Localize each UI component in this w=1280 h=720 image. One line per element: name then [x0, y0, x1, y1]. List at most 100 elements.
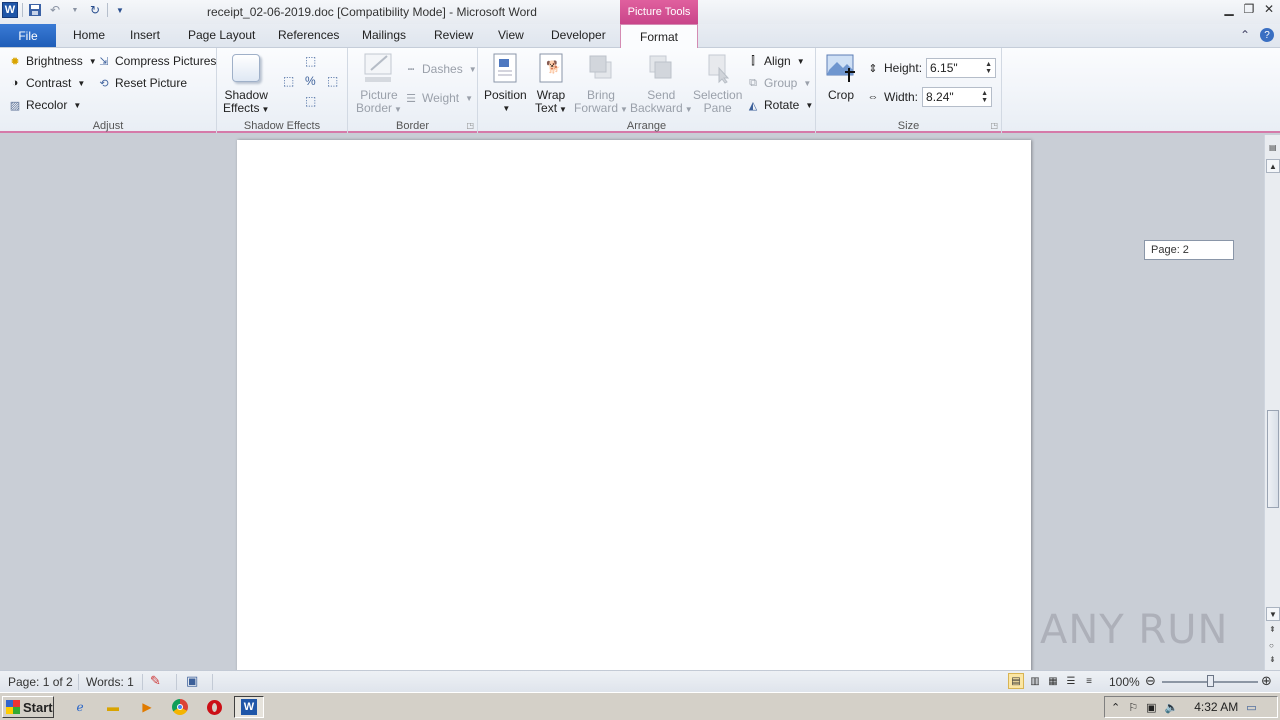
word-count-status[interactable]: Words: 1 [86, 675, 134, 689]
tab-format[interactable]: Format [620, 24, 698, 49]
proofing-icon[interactable]: ✎ [150, 673, 161, 689]
volume-icon[interactable]: 🔈 [1165, 701, 1179, 714]
media-player-icon[interactable]: ▶ [137, 697, 157, 717]
undo-dropdown-icon[interactable]: ▼ [67, 2, 83, 18]
crop-icon [825, 52, 857, 84]
previous-page-icon[interactable]: ⇞ [1269, 625, 1276, 634]
macro-record-icon[interactable]: ▣ [186, 673, 198, 689]
shadow-effects-group-label: Shadow Effects [243, 120, 321, 132]
send-backward-icon [645, 52, 677, 84]
tab-view[interactable]: View [498, 28, 524, 42]
show-desktop-icon[interactable]: ▭ [1246, 701, 1256, 714]
contrast-button[interactable]: ◑ Contrast ▼ [8, 76, 86, 90]
zoom-level[interactable]: 100% [1109, 675, 1140, 689]
selection-pane-button[interactable]: Selection Pane [693, 52, 742, 115]
recolor-label: Recolor [26, 98, 68, 112]
chrome-icon[interactable] [170, 697, 190, 717]
help-icon[interactable]: ? [1260, 28, 1274, 42]
show-hidden-icons-icon[interactable]: ⌃ [1111, 701, 1120, 714]
select-browse-object-icon[interactable]: ○ [1269, 641, 1274, 650]
window-title: receipt_02-06-2019.doc [Compatibility Mo… [207, 5, 537, 19]
zoom-out-icon[interactable]: ⊖ [1145, 673, 1156, 689]
border-group-label: Border [395, 120, 430, 132]
nudge-shadow-up-icon[interactable]: ⬚ [305, 54, 316, 68]
next-page-icon[interactable]: ⇟ [1269, 655, 1276, 664]
start-button[interactable]: Start [2, 696, 54, 718]
internet-explorer-icon[interactable]: ℯ [70, 697, 90, 717]
send-backward-button[interactable]: Send Backward ▼ [630, 52, 693, 116]
group-button[interactable]: ⧉ Group ▼ [746, 76, 811, 90]
print-layout-view-icon[interactable]: ▤ [1008, 673, 1024, 689]
outline-view-icon[interactable]: ☰ [1063, 673, 1079, 689]
brightness-icon: ✹ [10, 55, 20, 68]
undo-icon[interactable]: ↶ [47, 2, 63, 18]
minimize-ribbon-icon[interactable]: ⌃ [1240, 28, 1250, 42]
scroll-thumb[interactable] [1267, 410, 1279, 508]
full-screen-reading-view-icon[interactable]: ▥ [1027, 673, 1043, 689]
system-clock[interactable]: 4:32 AM [1194, 700, 1238, 714]
border-dialog-launcher-icon[interactable]: ◳ [466, 121, 474, 130]
ribbon-tabs: File Home Insert Page Layout References … [0, 24, 1280, 49]
tab-developer[interactable]: Developer [551, 28, 606, 42]
tab-insert[interactable]: Insert [130, 28, 160, 42]
height-spinner-icon[interactable]: ▲ ▼ [985, 61, 992, 75]
opera-icon[interactable] [204, 697, 224, 717]
restore-icon[interactable]: ❐ [1242, 2, 1256, 16]
nudge-shadow-right-icon[interactable]: ⬚ [327, 74, 338, 88]
tab-page-layout[interactable]: Page Layout [188, 28, 255, 42]
page-count-status[interactable]: Page: 1 of 2 [8, 675, 73, 689]
reset-picture-label: Reset Picture [115, 76, 188, 90]
anyrun-watermark: ANY RUN [1040, 607, 1229, 653]
redo-icon[interactable]: ↻ [87, 2, 103, 18]
view-ruler-icon[interactable]: ▤ [1269, 143, 1277, 152]
crop-button[interactable]: Crop [825, 52, 857, 102]
document-page[interactable] [237, 140, 1031, 670]
word-app-icon[interactable]: W [2, 2, 18, 18]
scroll-down-icon[interactable]: ▼ [1266, 607, 1280, 621]
width-label: Width: [884, 90, 919, 104]
width-spinner-icon[interactable]: ▲ ▼ [981, 90, 988, 104]
picture-border-button[interactable]: Picture Border ▼ [356, 52, 402, 116]
customize-qat-icon[interactable]: ▼ [112, 2, 128, 18]
wrap-text-button[interactable]: 🐕 Wrap Text ▼ [535, 52, 567, 116]
recolor-button[interactable]: ▨ Recolor ▼ [8, 98, 81, 112]
save-icon[interactable] [27, 2, 43, 18]
weight-button[interactable]: ☰ Weight ▼ [404, 91, 473, 105]
word-taskbar-button[interactable]: W [234, 696, 264, 718]
rotate-button[interactable]: ◭ Rotate ▼ [746, 98, 814, 112]
reset-picture-button[interactable]: ⟲ Reset Picture [97, 76, 187, 90]
vertical-scrollbar[interactable]: ▤ ▲ ▼ ⇞ ○ ⇟ [1264, 135, 1280, 670]
minimize-icon[interactable]: ▁ [1222, 2, 1236, 16]
compress-pictures-button[interactable]: ⇲ Compress Pictures [97, 54, 216, 68]
close-icon[interactable]: ✕ [1262, 2, 1276, 16]
brightness-button[interactable]: ✹ Brightness ▼ [8, 54, 96, 68]
contrast-label: Contrast [26, 76, 72, 90]
tab-review[interactable]: Review [434, 28, 473, 42]
width-input[interactable]: 8.24" ▲ ▼ [922, 87, 993, 107]
file-explorer-icon[interactable]: ▬ [103, 697, 123, 717]
draft-view-icon[interactable]: ≡ [1081, 673, 1097, 689]
action-center-flag-icon[interactable]: ⚐ [1128, 701, 1138, 714]
zoom-in-icon[interactable]: ⊕ [1261, 673, 1272, 689]
tab-home[interactable]: Home [73, 28, 105, 42]
qat-separator [107, 3, 108, 17]
web-layout-view-icon[interactable]: ▦ [1045, 673, 1061, 689]
position-dropdown-icon: ▼ [502, 104, 511, 113]
nudge-shadow-left-icon[interactable]: ⬚ [283, 74, 294, 88]
group-label: Group [764, 76, 798, 90]
bring-forward-button[interactable]: Bring Forward ▼ [574, 52, 628, 116]
network-icon[interactable]: ▣ [1146, 701, 1156, 714]
zoom-slider-handle[interactable] [1207, 675, 1214, 687]
position-button[interactable]: Position ▼ [484, 52, 527, 115]
tab-mailings[interactable]: Mailings [362, 28, 406, 42]
height-input[interactable]: 6.15" ▲ ▼ [926, 58, 997, 78]
nudge-shadow-down-icon[interactable]: ⬚ [305, 94, 316, 108]
align-button[interactable]: ⫿ Align ▼ [746, 54, 804, 68]
size-dialog-launcher-icon[interactable]: ◳ [990, 121, 998, 130]
shadow-toggle-icon[interactable]: % [305, 74, 316, 88]
shadow-effects-button[interactable]: Shadow Effects ▼ [223, 52, 269, 116]
tab-references[interactable]: References [278, 28, 339, 42]
scroll-up-icon[interactable]: ▲ [1266, 159, 1280, 173]
tab-file[interactable]: File [0, 24, 56, 47]
dashes-button[interactable]: ┅ Dashes ▼ [404, 62, 477, 76]
